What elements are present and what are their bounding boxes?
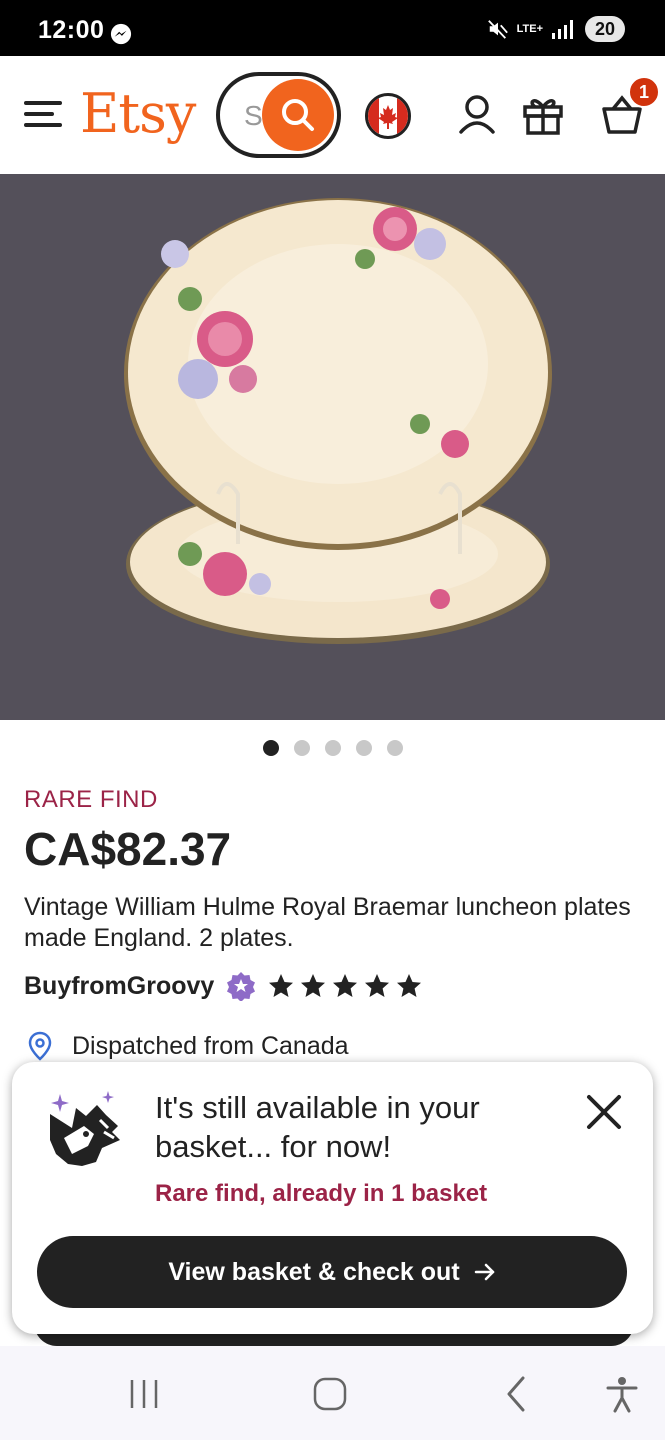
seller-row[interactable]: BuyfromGroovy xyxy=(24,968,422,1004)
close-icon[interactable] xyxy=(584,1092,624,1132)
listing-price: CA$82.37 xyxy=(24,823,232,875)
basket-reminder-popup: It's still available in your basket... f… xyxy=(12,1062,653,1334)
recent-apps-icon[interactable] xyxy=(124,1374,164,1414)
carousel-dot[interactable] xyxy=(355,740,372,756)
messenger-icon xyxy=(110,23,132,45)
canada-flag-icon[interactable] xyxy=(365,93,411,139)
rating-stars xyxy=(268,973,422,999)
dispatch-row: Dispatched from Canada xyxy=(28,1031,349,1061)
signal-icon xyxy=(552,20,573,39)
product-image[interactable] xyxy=(0,174,665,720)
etsy-logo[interactable]: Etsy xyxy=(80,82,196,145)
network-type: LTE+ xyxy=(516,22,543,35)
gift-icon[interactable] xyxy=(521,92,565,136)
home-icon[interactable] xyxy=(310,1374,350,1414)
star-seller-badge-icon xyxy=(227,972,256,1001)
battery-indicator: 20 xyxy=(585,16,625,42)
app-header: Etsy S 1 xyxy=(0,56,665,174)
accessibility-icon[interactable] xyxy=(602,1374,642,1414)
search-button[interactable] xyxy=(262,79,334,151)
search-placeholder: S xyxy=(244,100,263,131)
menu-icon[interactable] xyxy=(24,98,62,130)
account-icon[interactable] xyxy=(455,92,499,136)
status-icons: LTE+ 20 xyxy=(487,16,625,42)
search-bar[interactable]: S xyxy=(216,72,341,158)
carousel-dot[interactable] xyxy=(262,740,279,756)
unicorn-icon xyxy=(50,1091,120,1166)
back-icon[interactable] xyxy=(497,1374,537,1414)
carousel-dot[interactable] xyxy=(293,740,310,756)
star-icon xyxy=(397,974,422,997)
listing-title: Vintage William Hulme Royal Braemar lunc… xyxy=(24,893,631,952)
mute-icon xyxy=(487,20,508,39)
search-icon xyxy=(282,99,314,131)
popup-subtext: Rare find, already in 1 basket xyxy=(155,1180,488,1207)
star-icon xyxy=(269,974,294,997)
star-icon xyxy=(365,974,390,997)
carousel-dot[interactable] xyxy=(386,740,403,756)
system-nav-bar xyxy=(0,1346,665,1440)
status-time: 12:00 xyxy=(38,16,105,44)
location-pin-icon xyxy=(28,1031,52,1061)
dispatch-text: Dispatched from Canada xyxy=(72,1031,349,1060)
view-basket-label: View basket & check out xyxy=(168,1257,460,1286)
star-icon xyxy=(301,974,326,997)
seller-name[interactable]: BuyfromGroovy xyxy=(24,972,214,1001)
image-carousel-dots[interactable] xyxy=(0,740,665,760)
view-basket-button[interactable]: View basket & check out xyxy=(37,1236,627,1308)
cart-count-badge: 1 xyxy=(628,76,660,108)
arrow-right-icon xyxy=(474,1263,494,1281)
carousel-dot[interactable] xyxy=(324,740,341,756)
rare-find-label: RARE FIND xyxy=(24,786,158,813)
star-icon xyxy=(333,974,358,997)
popup-headline: It's still available in your basket... f… xyxy=(155,1090,480,1164)
status-bar: 12:00 LTE+ 20 xyxy=(0,0,665,56)
plates-image xyxy=(0,174,665,720)
